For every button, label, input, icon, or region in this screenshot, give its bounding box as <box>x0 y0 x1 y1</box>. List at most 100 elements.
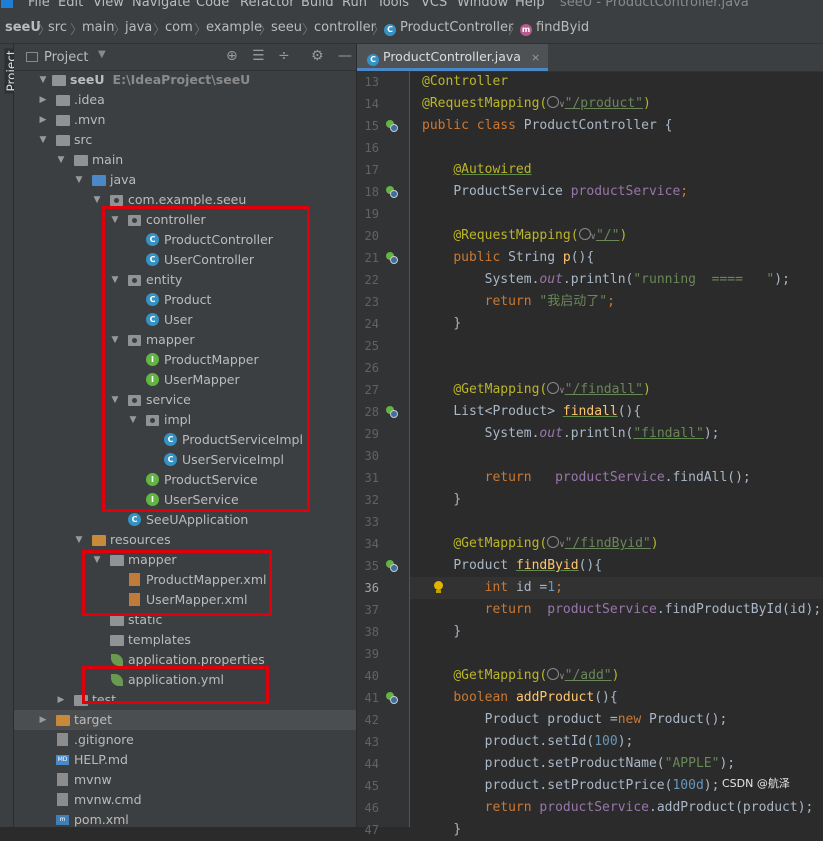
file-icon <box>57 733 68 746</box>
line-number: 17 <box>364 163 379 177</box>
menu-refactor[interactable]: Refactor <box>240 0 295 10</box>
chevron-down-icon[interactable]: ▼ <box>92 190 102 210</box>
tree-item[interactable]: m pom.xml <box>14 810 356 830</box>
code-token: new <box>617 712 649 727</box>
chevron-down-icon[interactable]: ▼ <box>74 530 84 550</box>
chevron-right-icon[interactable]: ▶ <box>38 710 48 730</box>
spring-bean-gutter-icon[interactable] <box>386 120 398 132</box>
code-line: @RequestMapping(∨"/") <box>422 225 627 247</box>
tree-item[interactable]: mvnw.cmd <box>14 790 356 810</box>
globe-icon[interactable] <box>547 382 560 394</box>
tree-item[interactable]: ▶ .idea <box>14 90 356 110</box>
breadcrumb: seeU 〉 src 〉 main 〉 java 〉 com 〉 example… <box>0 10 823 44</box>
code-line: @Autowired <box>422 159 531 181</box>
tree-item[interactable]: ▶ .mvn <box>14 110 356 130</box>
code-token: "/add" <box>564 668 612 683</box>
breadcrumb-item[interactable]: src <box>48 20 67 35</box>
line-number: 14 <box>364 97 379 111</box>
module-folder-icon <box>52 75 66 86</box>
chevron-right-icon[interactable]: ▶ <box>56 690 66 710</box>
menu-view[interactable]: View <box>93 0 124 10</box>
project-panel-title[interactable]: Project <box>44 50 88 65</box>
menu-help[interactable]: Help <box>515 0 545 10</box>
menu-file[interactable]: File <box>28 0 50 10</box>
editor-tab-productcontroller[interactable]: C ProductController.java × <box>357 44 549 71</box>
chevron-down-icon[interactable]: ▼ <box>98 49 106 60</box>
tree-item[interactable]: templates <box>14 630 356 650</box>
breadcrumb-item[interactable]: controller <box>314 20 376 35</box>
tree-item-label: target <box>74 712 113 727</box>
chevron-down-icon[interactable]: ▼ <box>38 130 48 150</box>
line-number: 23 <box>364 295 379 309</box>
spring-bean-gutter-icon[interactable] <box>386 560 398 572</box>
tree-item-label: .mvn <box>74 112 106 127</box>
tree-item-module[interactable]: ▼ seeU E:\IdeaProject\seeU <box>14 70 356 90</box>
menu-edit[interactable]: Edit <box>58 0 83 10</box>
collapse-icon[interactable]: ☰ <box>252 48 265 64</box>
window-title: seeU - ProductController.java <box>560 0 749 10</box>
highlight-box-application-yml <box>82 666 269 704</box>
breadcrumb-item[interactable]: main <box>82 20 114 35</box>
code-token: @RequestMapping( <box>422 96 548 111</box>
menu-vcs[interactable]: VCS <box>421 0 447 10</box>
menu-window[interactable]: Window <box>457 0 508 10</box>
tree-item[interactable]: ▼ java <box>14 170 356 190</box>
menu-tools[interactable]: Tools <box>377 0 409 10</box>
tree-item[interactable]: ▼ src <box>14 130 356 150</box>
minimize-icon[interactable]: — <box>338 48 352 64</box>
chevron-right-icon[interactable]: ▶ <box>38 110 48 130</box>
breadcrumb-item[interactable]: C ProductController <box>384 20 513 36</box>
code-line-current[interactable]: int id =1; <box>422 577 563 599</box>
gear-icon[interactable]: ⚙ <box>311 48 324 64</box>
chevron-down-icon[interactable]: ▼ <box>38 70 48 90</box>
tree-item[interactable]: ▼ main <box>14 150 356 170</box>
breadcrumb-item[interactable]: seeU <box>5 20 41 35</box>
globe-icon[interactable] <box>547 96 560 108</box>
menu-navigate[interactable]: Navigate <box>132 0 190 10</box>
globe-icon[interactable] <box>578 228 591 240</box>
breadcrumb-item[interactable]: java <box>125 20 152 35</box>
class-icon: C <box>384 24 396 36</box>
tree-item[interactable]: .gitignore <box>14 730 356 750</box>
menu-build[interactable]: Build <box>301 0 334 10</box>
spring-bean-gutter-icon[interactable] <box>386 252 398 264</box>
tree-item[interactable]: ▼ resources <box>14 530 356 550</box>
project-path: E:\IdeaProject\seeU <box>112 72 251 87</box>
close-icon[interactable]: × <box>531 51 540 64</box>
line-number: 25 <box>364 339 379 353</box>
tree-item-selected[interactable]: ▶ target <box>14 710 356 730</box>
breadcrumb-item[interactable]: m findByid <box>520 20 589 36</box>
code-token: Product <box>453 558 516 573</box>
crosshair-icon[interactable]: ⊕ <box>226 48 238 64</box>
spring-bean-gutter-icon[interactable] <box>386 692 398 704</box>
chevron-right-icon[interactable]: ▶ <box>38 90 48 110</box>
menu-code[interactable]: Code <box>196 0 229 10</box>
line-number: 39 <box>364 647 379 661</box>
globe-icon[interactable] <box>547 536 560 548</box>
code-token: ); <box>774 272 790 287</box>
tree-item[interactable]: MD HELP.md <box>14 750 356 770</box>
code-token: ) <box>619 228 628 243</box>
spring-bean-gutter-icon[interactable] <box>386 406 398 418</box>
code-line: return productService.addProduct(product… <box>422 797 814 819</box>
breadcrumb-item[interactable]: seeu <box>271 20 302 35</box>
code-token: @GetMapping( <box>453 536 548 551</box>
folder-icon <box>74 155 88 166</box>
code-line: } <box>422 489 461 511</box>
menu-bar: File Edit View Navigate Code Refactor Bu… <box>0 0 823 10</box>
expand-icon[interactable]: ÷ <box>278 48 290 64</box>
line-number: 37 <box>364 603 379 617</box>
breadcrumb-item[interactable]: com <box>165 20 193 35</box>
spring-bean-gutter-icon[interactable] <box>386 186 398 198</box>
tree-item[interactable]: C SeeUApplication <box>14 510 356 530</box>
line-number: 44 <box>364 757 379 771</box>
chevron-down-icon[interactable]: ▼ <box>56 150 66 170</box>
project-view-icon <box>26 52 38 62</box>
globe-icon[interactable] <box>547 668 560 680</box>
tree-item-label: SeeUApplication <box>146 512 249 527</box>
menu-run[interactable]: Run <box>342 0 367 10</box>
chevron-down-icon[interactable]: ▼ <box>74 170 84 190</box>
breadcrumb-item[interactable]: example <box>206 20 262 35</box>
tree-item[interactable]: mvnw <box>14 770 356 790</box>
code-line: public class ProductController { <box>422 115 672 137</box>
